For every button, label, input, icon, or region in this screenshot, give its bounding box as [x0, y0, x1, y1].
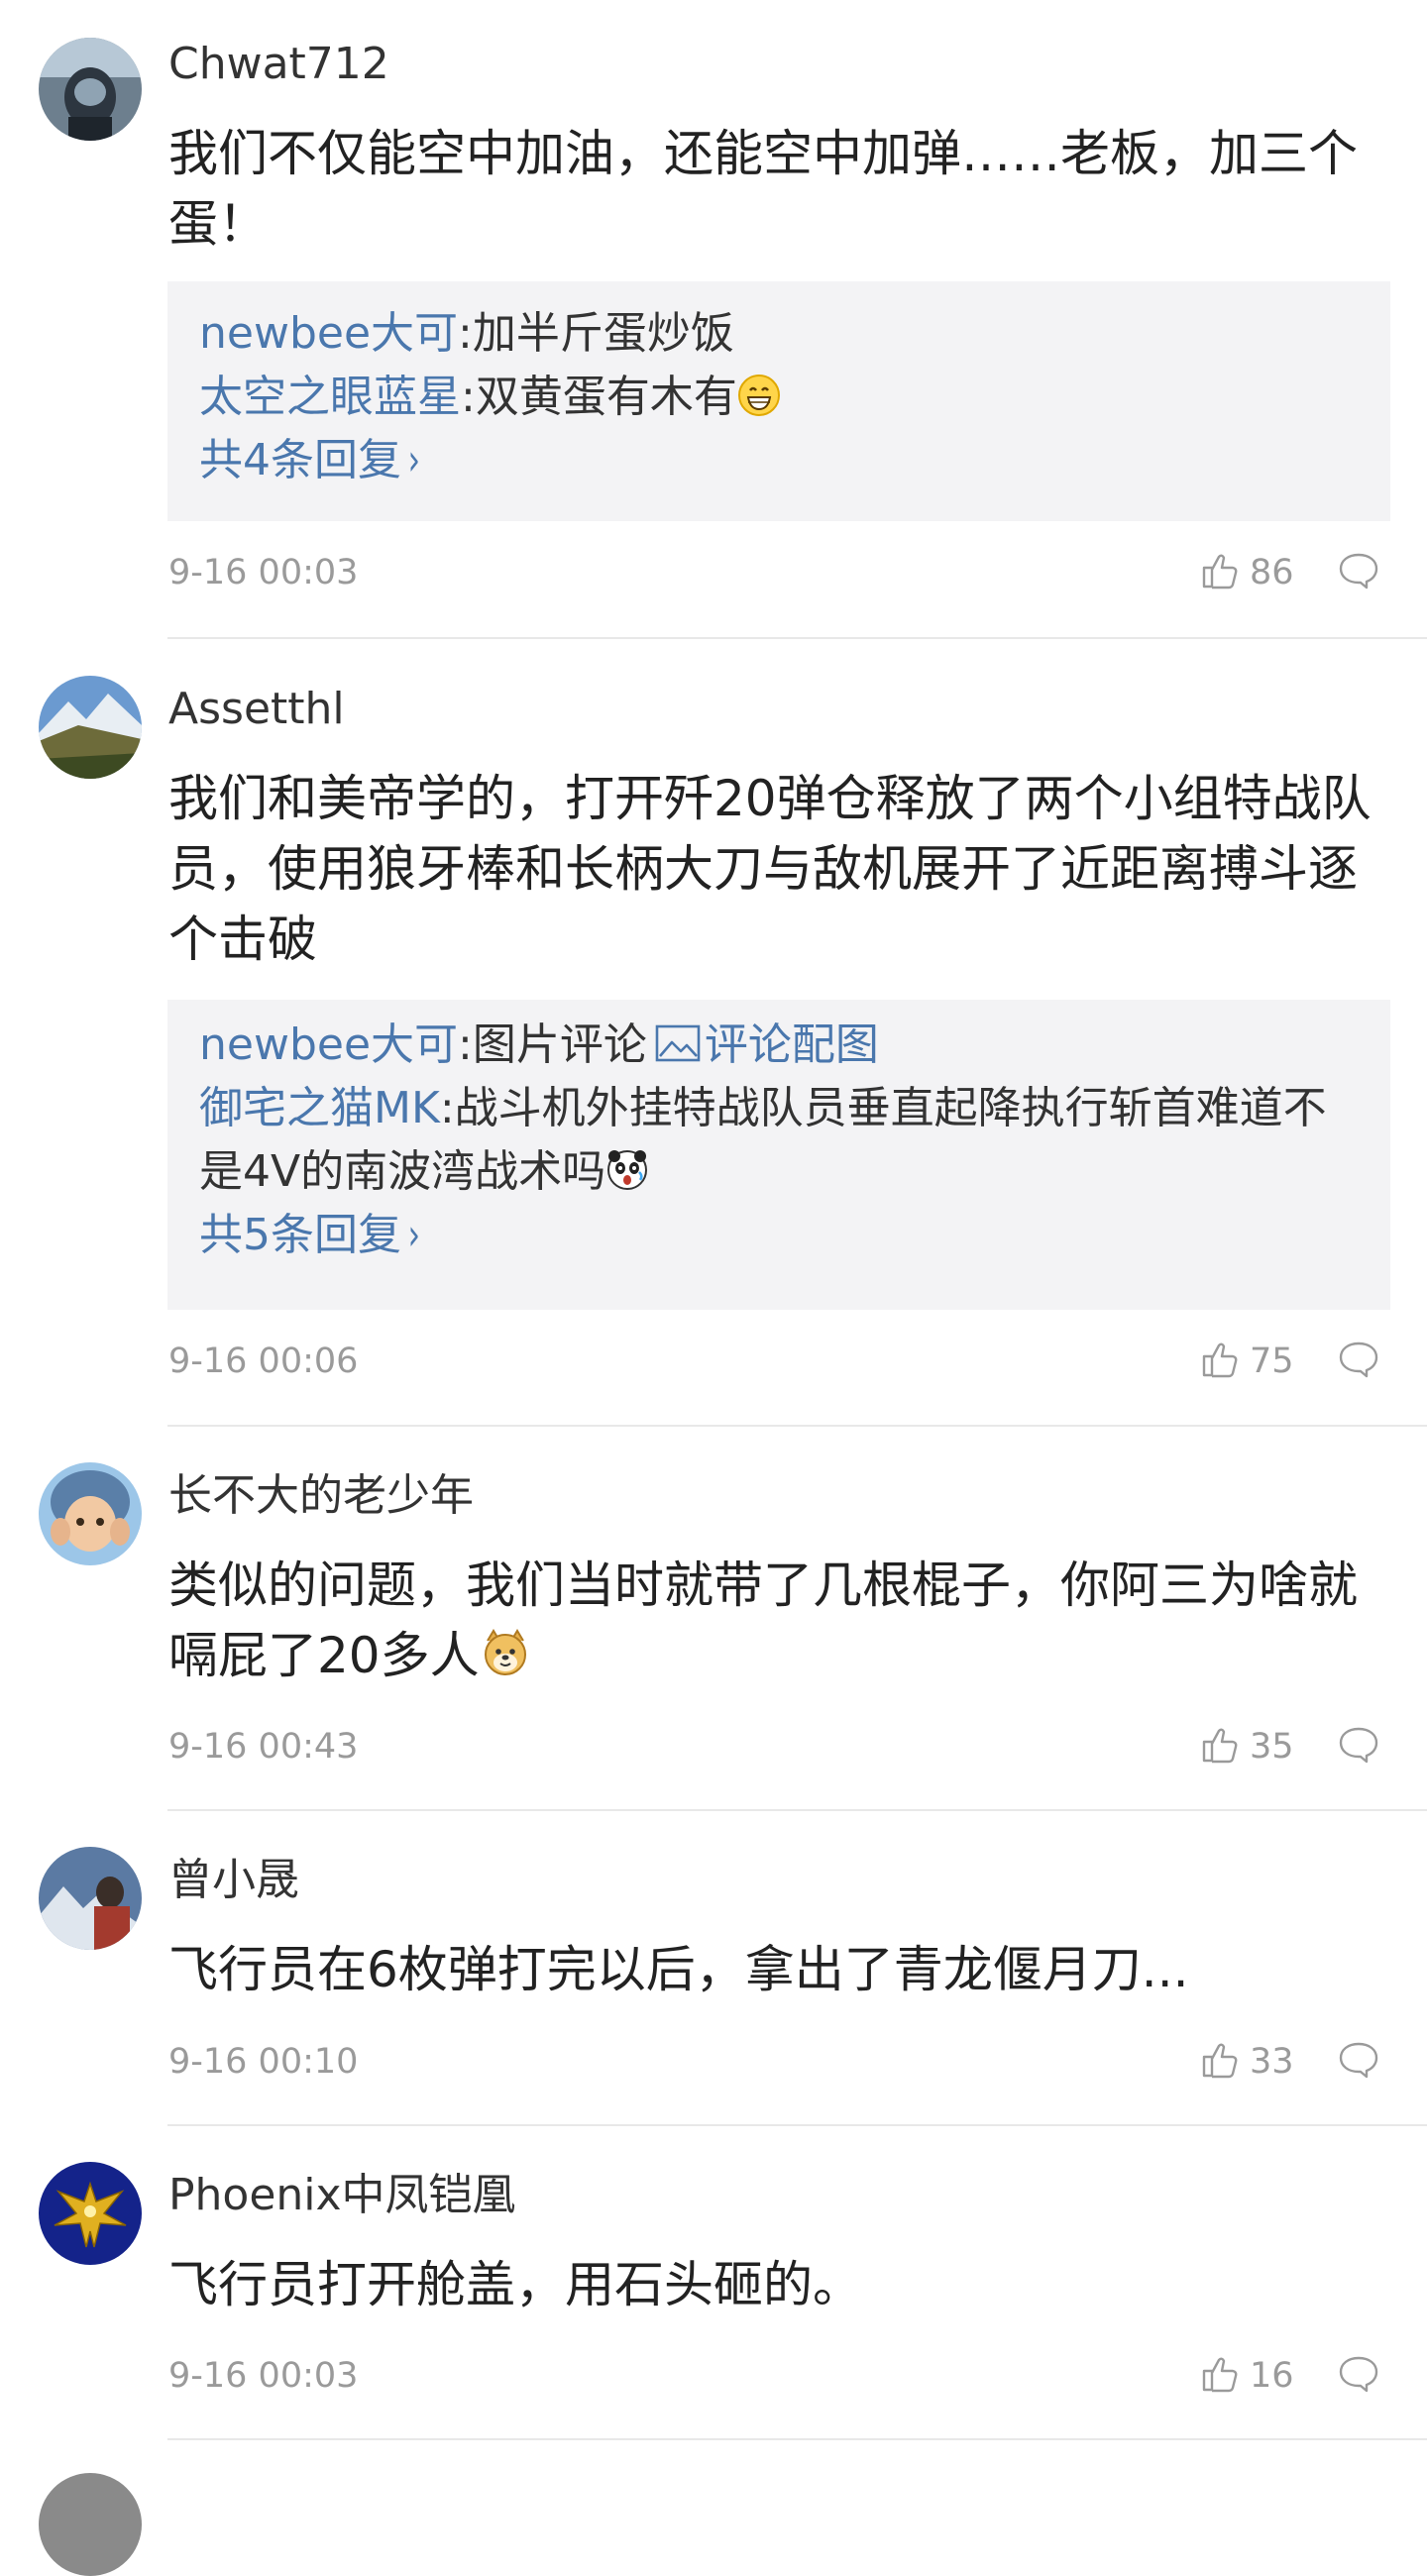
divider	[167, 1809, 1427, 1811]
comment-time: 9-16 00:03	[168, 2356, 359, 2396]
avatar[interactable]	[39, 1847, 142, 1950]
comment-time: 9-16 00:43	[168, 1727, 359, 1767]
reply-preview-box[interactable]: newbee大可:图片评论 评论配图 御宅之猫MK:战斗机外挂特战队员垂直起降执…	[167, 1000, 1390, 1310]
shocked-panda-emoji	[605, 1146, 649, 1210]
username[interactable]: 长不大的老少年	[168, 1466, 474, 1526]
like-button[interactable]: 16	[1200, 2354, 1294, 2398]
chevron-right-icon: ›	[407, 1210, 420, 1260]
thumbs-up-icon	[1200, 2040, 1240, 2084]
comment-text: 我们不仅能空中加油，还能空中加弹……老板，加三个蛋！	[168, 125, 1358, 253]
reply-username[interactable]: newbee大可	[199, 308, 458, 359]
thumbs-up-icon	[1200, 1340, 1240, 1383]
like-button[interactable]: 35	[1200, 1725, 1294, 1769]
avatar[interactable]	[39, 1462, 142, 1565]
divider	[167, 2124, 1427, 2126]
comment-text: 飞行员在6枚弹打完以后，拿出了青龙偃月刀...	[168, 1941, 1189, 1998]
username[interactable]: Phoenix中凤铠凰	[168, 2166, 516, 2225]
like-count: 35	[1250, 1727, 1294, 1767]
image-icon	[655, 1018, 701, 1081]
comment-text: 飞行员打开舱盖，用石头砸的。	[168, 2256, 862, 2313]
doge-emoji	[480, 1627, 531, 1697]
reply-text: :双黄蛋有木有	[461, 372, 737, 422]
view-all-replies-link[interactable]: 共5条回复 ›	[199, 1204, 1369, 1267]
view-all-replies-link[interactable]: 共4条回复 ›	[199, 429, 1369, 492]
speech-bubble-icon[interactable]	[1338, 2354, 1379, 2398]
avatar[interactable]	[39, 676, 142, 779]
speech-bubble-icon[interactable]	[1338, 1725, 1379, 1769]
like-count: 33	[1250, 2042, 1294, 2082]
divider	[167, 637, 1427, 639]
like-button[interactable]: 75	[1200, 1340, 1294, 1383]
reply-line[interactable]: newbee大可:图片评论 评论配图	[199, 1014, 1369, 1081]
like-count: 16	[1250, 2356, 1294, 2396]
speech-bubble-icon[interactable]	[1338, 2040, 1379, 2084]
thumbs-up-icon	[1200, 2354, 1240, 2398]
reply-username[interactable]: 太空之眼蓝星	[199, 372, 461, 422]
reply-text: :图片评论	[458, 1020, 647, 1070]
username[interactable]: Chwat712	[168, 35, 389, 94]
reply-line[interactable]: 太空之眼蓝星:双黄蛋有木有	[199, 366, 1369, 435]
avatar[interactable]	[39, 38, 142, 141]
like-button[interactable]: 86	[1200, 551, 1294, 594]
username[interactable]: Assetthl	[168, 680, 345, 739]
reply-preview-box[interactable]: newbee大可:加半斤蛋炒饭 太空之眼蓝星:双黄蛋有木有 共4条回复 ›	[167, 281, 1390, 521]
image-comment-link[interactable]: 评论配图	[705, 1020, 879, 1070]
like-count: 75	[1250, 1342, 1294, 1381]
thumbs-up-icon	[1200, 551, 1240, 594]
grin-emoji	[737, 372, 781, 435]
comment-text: 我们和美帝学的，打开歼20弹仓释放了两个小组特战队员，使用狼牙棒和长柄大刀与敌机…	[168, 770, 1372, 968]
comment-text-content: 类似的问题，我们当时就带了几根棍子，你阿三为啥就嗝屁了20多人	[168, 1556, 1358, 1684]
avatar[interactable]	[39, 2473, 142, 2576]
comment-time: 9-16 00:03	[168, 553, 359, 592]
reply-total-label: 共5条回复	[199, 1210, 401, 1260]
reply-total-label: 共4条回复	[199, 435, 401, 485]
avatar[interactable]	[39, 2162, 142, 2265]
thumbs-up-icon	[1200, 1725, 1240, 1769]
username[interactable]: 曾小晟	[168, 1851, 299, 1910]
comment-time: 9-16 00:10	[168, 2042, 359, 2082]
comment-time: 9-16 00:06	[168, 1342, 359, 1381]
divider	[167, 2438, 1427, 2440]
reply-line[interactable]: newbee大可:加半斤蛋炒饭	[199, 302, 1369, 366]
reply-username[interactable]: newbee大可	[199, 1020, 458, 1070]
like-count: 86	[1250, 553, 1294, 592]
reply-line[interactable]: 御宅之猫MK:战斗机外挂特战队员垂直起降执行斩首难道不是4V的南波湾战术吗	[199, 1077, 1369, 1210]
chevron-right-icon: ›	[407, 435, 420, 485]
divider	[167, 1425, 1427, 1427]
comment-text: 类似的问题，我们当时就带了几根棍子，你阿三为啥就嗝屁了20多人	[168, 1551, 1387, 1697]
like-button[interactable]: 33	[1200, 2040, 1294, 2084]
speech-bubble-icon[interactable]	[1338, 1340, 1379, 1383]
reply-username[interactable]: 御宅之猫MK	[199, 1083, 440, 1133]
reply-text: :加半斤蛋炒饭	[458, 308, 734, 359]
speech-bubble-icon[interactable]	[1338, 551, 1379, 594]
